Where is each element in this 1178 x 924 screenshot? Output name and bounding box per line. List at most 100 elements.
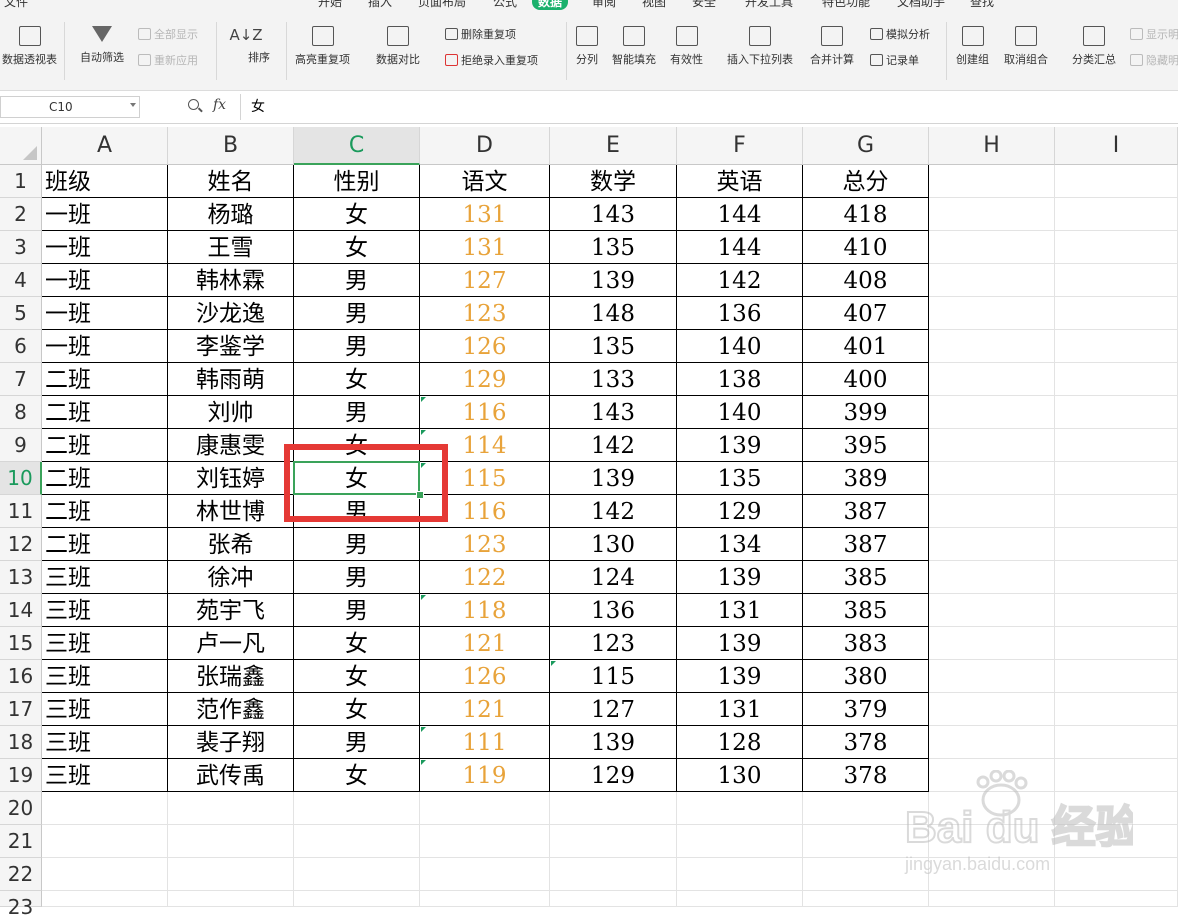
autofilter-button[interactable]: 自动筛选 [80, 26, 124, 65]
cell-F17[interactable]: 131 [677, 693, 803, 726]
cell-C6[interactable]: 男 [294, 330, 420, 363]
cell-D2[interactable]: 131 [420, 198, 550, 231]
cell-B23[interactable] [168, 891, 294, 907]
cell-I11[interactable] [1055, 495, 1178, 528]
cell-A15[interactable]: 三班 [42, 627, 168, 660]
cell-G7[interactable]: 400 [803, 363, 929, 396]
cell-A7[interactable]: 二班 [42, 363, 168, 396]
cell-E17[interactable]: 127 [550, 693, 677, 726]
cell-A11[interactable]: 二班 [42, 495, 168, 528]
column-header-D[interactable]: D [420, 127, 550, 165]
cell-C19[interactable]: 女 [294, 759, 420, 792]
cell-A21[interactable] [42, 825, 168, 858]
cell-A22[interactable] [42, 858, 168, 891]
cell-E15[interactable]: 123 [550, 627, 677, 660]
cell-D18[interactable]: 111 [420, 726, 550, 759]
cell-H18[interactable] [929, 726, 1055, 759]
cell-G9[interactable]: 395 [803, 429, 929, 462]
cell-A3[interactable]: 一班 [42, 231, 168, 264]
cell-I15[interactable] [1055, 627, 1178, 660]
cell-D8[interactable]: 116 [420, 396, 550, 429]
cell-B22[interactable] [168, 858, 294, 891]
row-header-11[interactable]: 11 [0, 495, 42, 528]
cell-H7[interactable] [929, 363, 1055, 396]
cell-G1[interactable]: 总分 [803, 165, 929, 198]
reapply-button[interactable]: 重新应用 [138, 52, 198, 68]
row-header-6[interactable]: 6 [0, 330, 42, 363]
cell-F21[interactable] [677, 825, 803, 858]
cell-G22[interactable] [803, 858, 929, 891]
cell-H22[interactable] [929, 858, 1055, 891]
name-box[interactable]: C10 [0, 96, 140, 118]
cell-C8[interactable]: 男 [294, 396, 420, 429]
cell-A13[interactable]: 三班 [42, 561, 168, 594]
cell-I13[interactable] [1055, 561, 1178, 594]
cell-C16[interactable]: 女 [294, 660, 420, 693]
cell-A23[interactable] [42, 891, 168, 907]
cell-G19[interactable]: 378 [803, 759, 929, 792]
cell-E19[interactable]: 129 [550, 759, 677, 792]
cell-G11[interactable]: 387 [803, 495, 929, 528]
menu-tab-3[interactable]: 页面布局 [418, 0, 466, 10]
cell-H8[interactable] [929, 396, 1055, 429]
cell-F6[interactable]: 140 [677, 330, 803, 363]
cell-I8[interactable] [1055, 396, 1178, 429]
cell-H17[interactable] [929, 693, 1055, 726]
cell-G20[interactable] [803, 792, 929, 825]
cell-A6[interactable]: 一班 [42, 330, 168, 363]
cell-A9[interactable]: 二班 [42, 429, 168, 462]
column-header-I[interactable]: I [1055, 127, 1178, 165]
cell-G2[interactable]: 418 [803, 198, 929, 231]
cell-B12[interactable]: 张希 [168, 528, 294, 561]
cell-E4[interactable]: 139 [550, 264, 677, 297]
cell-B21[interactable] [168, 825, 294, 858]
cell-D6[interactable]: 126 [420, 330, 550, 363]
cell-D19[interactable]: 119 [420, 759, 550, 792]
cell-E11[interactable]: 142 [550, 495, 677, 528]
cell-C11[interactable]: 男 [294, 495, 420, 528]
cell-C15[interactable]: 女 [294, 627, 420, 660]
cell-F2[interactable]: 144 [677, 198, 803, 231]
row-header-14[interactable]: 14 [0, 594, 42, 627]
cell-H10[interactable] [929, 462, 1055, 495]
cell-H11[interactable] [929, 495, 1055, 528]
cell-E9[interactable]: 142 [550, 429, 677, 462]
cell-I20[interactable] [1055, 792, 1178, 825]
cell-B4[interactable]: 韩林霖 [168, 264, 294, 297]
cell-I21[interactable] [1055, 825, 1178, 858]
cell-C22[interactable] [294, 858, 420, 891]
cell-C13[interactable]: 男 [294, 561, 420, 594]
cell-E10[interactable]: 139 [550, 462, 677, 495]
cell-G12[interactable]: 387 [803, 528, 929, 561]
cell-C23[interactable] [294, 891, 420, 907]
cell-F20[interactable] [677, 792, 803, 825]
cell-E3[interactable]: 135 [550, 231, 677, 264]
cell-C5[interactable]: 男 [294, 297, 420, 330]
insert-function-button[interactable]: fx [213, 97, 226, 113]
cell-I7[interactable] [1055, 363, 1178, 396]
row-header-7[interactable]: 7 [0, 363, 42, 396]
sort-button[interactable]: A↓Z 排序 [222, 24, 270, 65]
merge-calculate-button[interactable]: 合并计算 [810, 26, 854, 67]
cell-G8[interactable]: 399 [803, 396, 929, 429]
insert-dropdown-list-button[interactable]: 插入下拉列表 [727, 26, 793, 67]
cell-D11[interactable]: 116 [420, 495, 550, 528]
cell-D20[interactable] [420, 792, 550, 825]
cell-G3[interactable]: 410 [803, 231, 929, 264]
cell-H16[interactable] [929, 660, 1055, 693]
row-header-8[interactable]: 8 [0, 396, 42, 429]
menu-tab-5[interactable]: 数据 [532, 0, 569, 10]
cell-F5[interactable]: 136 [677, 297, 803, 330]
cell-A12[interactable]: 二班 [42, 528, 168, 561]
cell-F10[interactable]: 135 [677, 462, 803, 495]
cell-I5[interactable] [1055, 297, 1178, 330]
column-header-E[interactable]: E [550, 127, 677, 165]
row-header-18[interactable]: 18 [0, 726, 42, 759]
cell-E8[interactable]: 143 [550, 396, 677, 429]
cell-H2[interactable] [929, 198, 1055, 231]
row-header-22[interactable]: 22 [0, 858, 42, 891]
menu-tab-1[interactable]: 开始 [318, 0, 342, 10]
cell-I6[interactable] [1055, 330, 1178, 363]
cell-G23[interactable] [803, 891, 929, 907]
cell-B8[interactable]: 刘帅 [168, 396, 294, 429]
